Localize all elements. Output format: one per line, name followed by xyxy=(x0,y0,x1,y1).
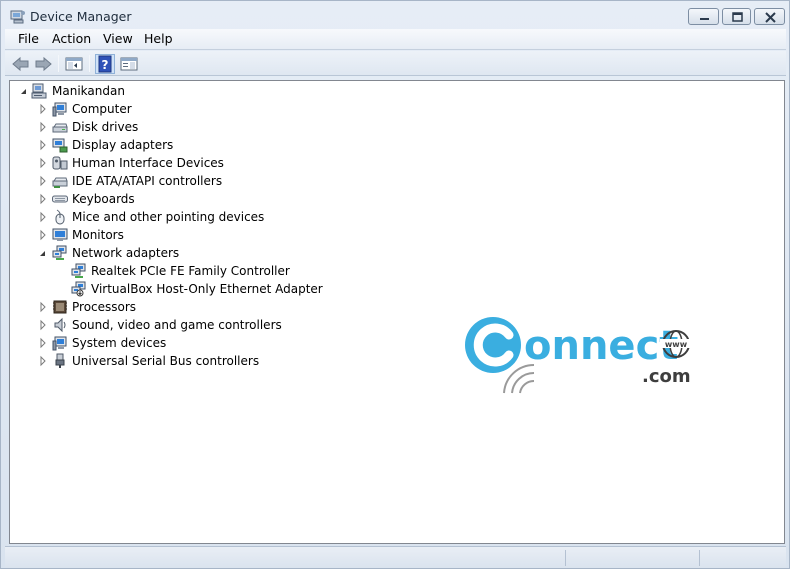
network-adapter-icon xyxy=(52,245,68,261)
tree-item-label: Computer xyxy=(72,102,132,116)
tree-item-mice[interactable]: Mice and other pointing devices xyxy=(10,208,310,226)
device-manager-window: Device Manager File Action View Help ? M… xyxy=(0,0,790,569)
expand-arrow-icon[interactable] xyxy=(38,100,48,118)
expand-arrow-icon[interactable] xyxy=(38,298,48,316)
tree-item-label: Display adapters xyxy=(72,138,174,152)
tree-item-human-interface-devices[interactable]: Human Interface Devices xyxy=(10,154,310,172)
tree-item-system-devices[interactable]: System devices xyxy=(10,334,310,352)
tree-item-label: Processors xyxy=(72,300,137,314)
show-action-pane-icon[interactable] xyxy=(119,54,139,74)
toolbar-separator xyxy=(58,55,59,72)
ide-controller-icon xyxy=(52,173,68,189)
tree-item-label: Mice and other pointing devices xyxy=(72,210,265,224)
expand-arrow-icon[interactable] xyxy=(38,334,48,352)
tree-item-ide-controllers[interactable]: IDE ATA/ATAPI controllers xyxy=(10,172,310,190)
tree-item-label: Human Interface Devices xyxy=(72,156,224,170)
tree-child-label: Realtek PCIe FE Family Controller xyxy=(91,264,290,278)
device-manager-icon xyxy=(10,8,26,24)
tree-item-label: Sound, video and game controllers xyxy=(72,318,282,332)
help-icon[interactable]: ? xyxy=(95,54,115,74)
toolbar-separator xyxy=(89,55,90,72)
expand-arrow-icon[interactable] xyxy=(38,136,48,154)
tree-item-label: Disk drives xyxy=(72,120,139,134)
speaker-icon xyxy=(52,317,68,333)
collapse-arrow-icon[interactable] xyxy=(38,244,48,262)
tree-item-disk-drives[interactable]: Disk drives xyxy=(10,118,310,136)
tree-child-label: VirtualBox Host-Only Ethernet Adapter xyxy=(91,282,323,296)
svg-text:?: ? xyxy=(102,58,109,72)
menu-help[interactable]: Help xyxy=(143,31,174,46)
watermark-main-text: onnect xyxy=(524,323,678,369)
menu-file[interactable]: File xyxy=(17,31,40,46)
system-device-icon xyxy=(52,335,68,351)
forward-arrow-icon[interactable] xyxy=(33,54,53,74)
monitor-icon xyxy=(52,227,68,243)
mouse-icon xyxy=(52,209,68,225)
tree-item-monitors[interactable]: Monitors xyxy=(10,226,310,244)
expand-arrow-icon[interactable] xyxy=(38,352,48,370)
status-segment xyxy=(699,550,785,566)
tree-item-label: Universal Serial Bus controllers xyxy=(72,354,260,368)
tree-root-row[interactable]: Manikandan xyxy=(10,82,310,100)
toolbar: ? xyxy=(5,51,786,76)
close-button[interactable] xyxy=(754,8,785,25)
computer-root-icon xyxy=(31,83,47,99)
menu-bar: File Action View Help xyxy=(5,29,786,50)
network-card-icon xyxy=(71,263,87,279)
display-adapter-icon xyxy=(52,137,68,153)
tree-item-label: Network adapters xyxy=(72,246,180,260)
expand-arrow-icon[interactable] xyxy=(38,118,48,136)
tree-root-label: Manikandan xyxy=(52,84,125,98)
tree-item-label: Keyboards xyxy=(72,192,135,206)
tree-item-sound-video-game[interactable]: Sound, video and game controllers xyxy=(10,316,310,334)
tree-item-label: Monitors xyxy=(72,228,124,242)
computer-icon xyxy=(52,101,68,117)
tree-item-network-adapters[interactable]: Network adapters xyxy=(10,244,310,262)
collapse-arrow-icon[interactable] xyxy=(19,82,29,100)
disk-drive-icon xyxy=(52,119,68,135)
hid-icon xyxy=(52,155,68,171)
expand-arrow-icon[interactable] xyxy=(38,154,48,172)
keyboard-icon xyxy=(52,191,68,207)
watermark-sub-text: .com xyxy=(642,366,691,387)
device-tree-pane[interactable]: Manikandan Computer Disk drives Display … xyxy=(9,80,785,544)
maximize-button[interactable] xyxy=(722,8,751,25)
processor-icon xyxy=(52,299,68,315)
tree-item-computer[interactable]: Computer xyxy=(10,100,310,118)
expand-arrow-icon[interactable] xyxy=(38,316,48,334)
expand-arrow-icon[interactable] xyxy=(38,190,48,208)
menu-view[interactable]: View xyxy=(102,31,134,46)
status-segment xyxy=(565,550,699,566)
tree-item-label: System devices xyxy=(72,336,167,350)
tree-item-keyboards[interactable]: Keyboards xyxy=(10,190,310,208)
back-arrow-icon[interactable] xyxy=(11,54,31,74)
status-bar xyxy=(5,546,786,568)
window-title: Device Manager xyxy=(30,9,132,24)
title-bar[interactable]: Device Manager xyxy=(1,1,789,29)
tree-item-processors[interactable]: Processors xyxy=(10,298,310,316)
tree-child-realtek[interactable]: Realtek PCIe FE Family Controller xyxy=(10,262,330,280)
tree-item-usb-controllers[interactable]: Universal Serial Bus controllers xyxy=(10,352,310,370)
expand-arrow-icon[interactable] xyxy=(38,172,48,190)
expand-arrow-icon[interactable] xyxy=(38,226,48,244)
svg-text:www: www xyxy=(665,340,688,349)
menu-action[interactable]: Action xyxy=(51,31,92,46)
show-hide-console-tree-icon[interactable] xyxy=(64,54,84,74)
tree-item-label: IDE ATA/ATAPI controllers xyxy=(72,174,223,188)
usb-icon xyxy=(52,353,68,369)
tree-child-virtualbox[interactable]: VirtualBox Host-Only Ethernet Adapter xyxy=(10,280,330,298)
connect-logo-watermark: onnect www .com xyxy=(456,313,704,395)
tree-item-display-adapters[interactable]: Display adapters xyxy=(10,136,310,154)
network-card-icon xyxy=(71,281,87,297)
minimize-button[interactable] xyxy=(688,8,719,25)
expand-arrow-icon[interactable] xyxy=(38,208,48,226)
